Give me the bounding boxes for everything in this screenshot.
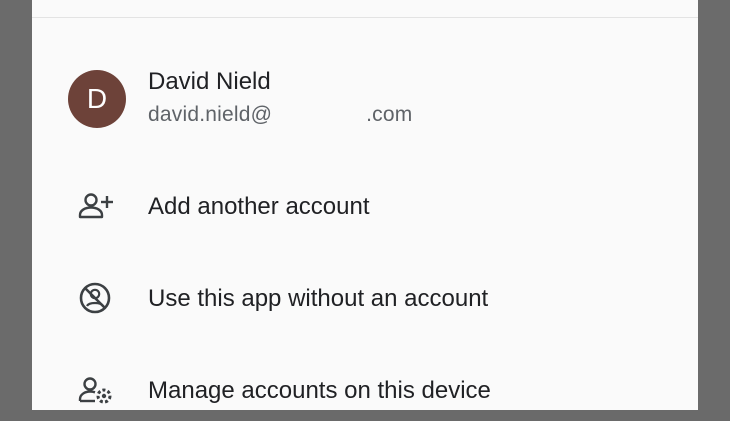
use-without-account-label: Use this app without an account xyxy=(148,285,489,312)
avatar: D xyxy=(68,70,126,128)
dimmed-backdrop-right[interactable] xyxy=(698,0,730,410)
person-add-icon xyxy=(78,190,114,224)
current-account-row[interactable]: D David Nield david.nield@ .com xyxy=(32,60,698,136)
manage-accounts-icon xyxy=(78,374,114,408)
account-email-suffix: .com xyxy=(366,103,413,126)
no-account-icon xyxy=(78,282,114,316)
account-switcher-dialog: D David Nield david.nield@ .com Add anoth… xyxy=(32,0,698,410)
account-name: David Nield xyxy=(148,68,271,95)
add-another-account-label: Add another account xyxy=(148,193,370,220)
account-email-user: david.nield@ xyxy=(148,103,273,126)
redacted-email-domain xyxy=(272,104,367,124)
dimmed-backdrop-left[interactable] xyxy=(0,0,32,410)
use-without-account-item[interactable]: Use this app without an account xyxy=(32,269,698,329)
account-email: david.nield@ .com xyxy=(148,102,412,128)
top-divider xyxy=(32,17,698,18)
manage-accounts-item[interactable]: Manage accounts on this device xyxy=(32,361,698,421)
add-another-account-item[interactable]: Add another account xyxy=(32,177,698,237)
manage-accounts-label: Manage accounts on this device xyxy=(148,377,491,404)
